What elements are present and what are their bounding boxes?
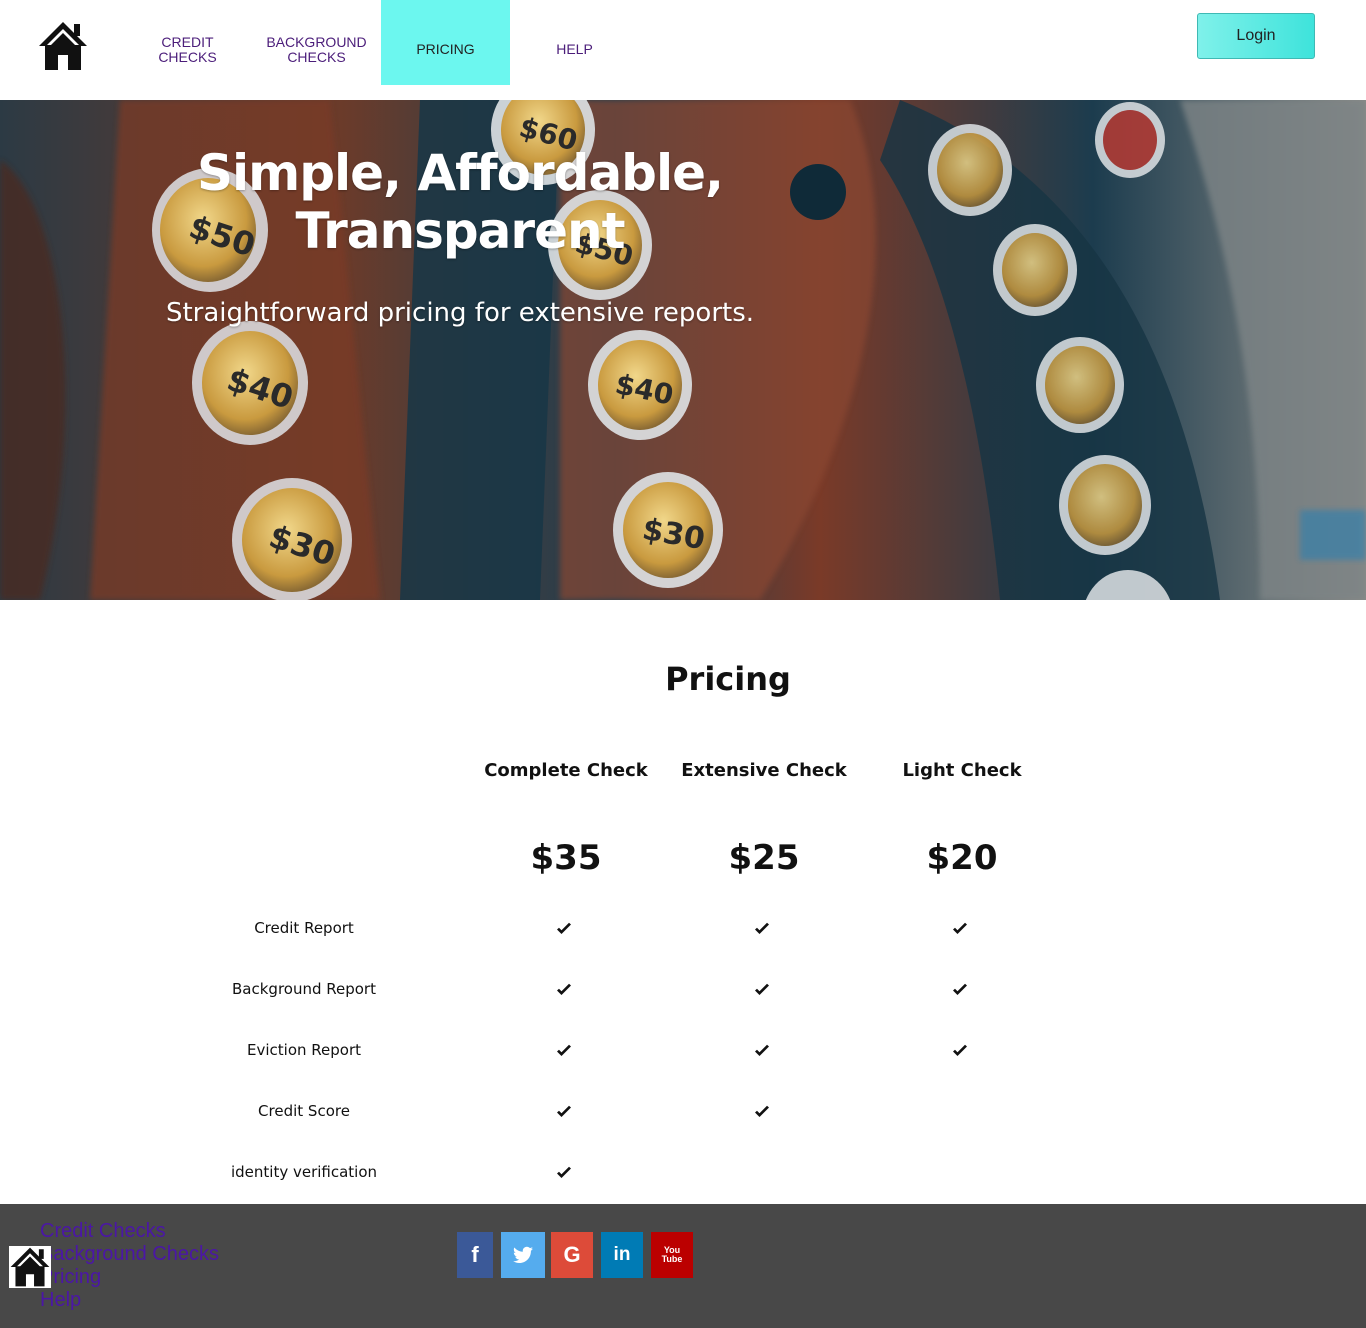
checkmark-icon xyxy=(754,921,774,937)
nav-background-checks-label: BACKGROUND CHECKS xyxy=(266,33,367,65)
checkmark-icon xyxy=(754,1043,774,1059)
nav-pricing[interactable]: PRICING xyxy=(381,0,510,85)
plan-price: $25 xyxy=(728,838,800,878)
checkmark-icon xyxy=(556,921,576,937)
linkedin-icon[interactable]: in xyxy=(601,1232,643,1278)
google-glyph: G xyxy=(563,1242,581,1267)
hero-title-line: Simple, Affordable, xyxy=(196,144,724,202)
checkmark-icon xyxy=(556,1104,576,1120)
footer-link-credit-checks[interactable]: Credit Checks xyxy=(40,1220,219,1243)
nav-credit-checks[interactable]: CREDIT CHECKS xyxy=(123,0,252,85)
checkmark-icon xyxy=(952,921,972,937)
checkmark-icon xyxy=(556,982,576,998)
hero-banner: $50 $40 $30 $60 $50 $40 $30 Simple, Affo… xyxy=(0,100,1366,600)
checkmark-icon xyxy=(952,1043,972,1059)
home-icon[interactable] xyxy=(9,1246,51,1288)
nav-pricing-label: PRICING xyxy=(416,41,475,57)
footer-link-background-checks[interactable]: Background Checks xyxy=(40,1243,219,1266)
feature-label: Credit Score xyxy=(258,1102,350,1120)
feature-label: identity verification xyxy=(230,1163,378,1181)
nav-background-checks[interactable]: BACKGROUND CHECKS xyxy=(252,0,381,85)
checkmark-icon xyxy=(754,1104,774,1120)
checkmark-icon xyxy=(556,1043,576,1059)
feature-label: Background Report xyxy=(232,980,376,998)
checkmark-icon xyxy=(952,982,972,998)
home-icon[interactable] xyxy=(37,20,89,72)
plan-name: Extensive Check xyxy=(681,760,847,781)
nav-help-label: HELP xyxy=(556,41,593,57)
footer-link-help[interactable]: Help xyxy=(40,1289,219,1312)
plan-name: Complete Check xyxy=(484,760,648,781)
footer-link-pricing[interactable]: Pricing xyxy=(40,1266,219,1289)
footer-links: Credit Checks Background Checks Pricing … xyxy=(40,1220,219,1312)
nav-label-line: CHECKS xyxy=(158,48,217,65)
feature-label: Credit Report xyxy=(254,919,354,937)
facebook-glyph: f xyxy=(471,1242,479,1267)
google-icon[interactable]: G xyxy=(551,1232,593,1278)
site-footer: Credit Checks Background Checks Pricing … xyxy=(0,1204,1366,1328)
facebook-icon[interactable]: f xyxy=(457,1232,493,1278)
pricing-heading: Pricing xyxy=(665,660,791,698)
linkedin-glyph: in xyxy=(613,1244,631,1265)
checkmark-icon xyxy=(556,1165,576,1181)
plan-name: Light Check xyxy=(902,760,1022,781)
nav-label-line: BACKGROUND xyxy=(266,33,367,50)
nav-label-line: CHECKS xyxy=(287,48,346,65)
hero-subtitle: Straightforward pricing for extensive re… xyxy=(165,298,755,328)
nav-credit-checks-label: CREDIT CHECKS xyxy=(158,33,217,65)
plan-price: $35 xyxy=(530,838,602,878)
feature-label: Eviction Report xyxy=(247,1041,361,1059)
plan-price: $20 xyxy=(926,838,998,878)
nav-help[interactable]: HELP xyxy=(510,0,639,85)
twitter-bird xyxy=(513,1246,533,1263)
nav-label-line: CREDIT xyxy=(161,33,214,50)
site-header: CREDIT CHECKS BACKGROUND CHECKS PRICING … xyxy=(0,0,1366,100)
youtube-glyph: You Tube xyxy=(661,1245,683,1264)
checkmark-icon xyxy=(754,982,774,998)
login-button[interactable]: Login xyxy=(1197,13,1315,59)
hero-title-line: Transparent xyxy=(295,202,626,260)
youtube-icon[interactable]: You Tube xyxy=(651,1232,693,1278)
hero-title: Simple, Affordable, Transparent xyxy=(160,144,760,260)
twitter-icon[interactable] xyxy=(501,1232,545,1278)
